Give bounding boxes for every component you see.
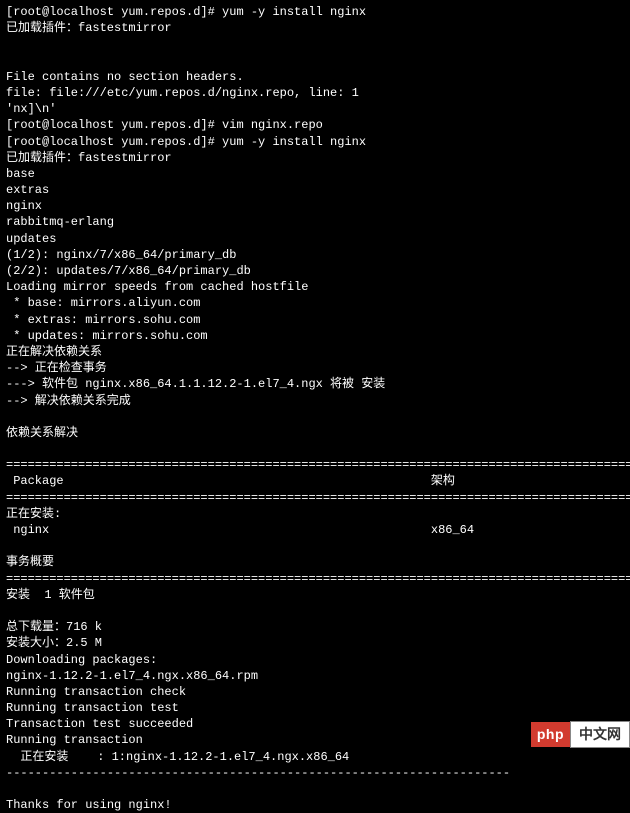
watermark-right: 中文网 (570, 721, 630, 748)
terminal-line: Downloading packages: (6, 652, 624, 668)
separator-line: ----------------------------------------… (6, 765, 624, 781)
separator-line: ========================================… (6, 457, 624, 473)
blank-line (6, 36, 624, 52)
terminal-line: [root@localhost yum.repos.d]# yum -y ins… (6, 4, 624, 20)
blank-line (6, 603, 624, 619)
terminal-line: Thanks for using nginx! (6, 797, 624, 813)
terminal-line: 已加载插件：fastestmirror (6, 20, 624, 36)
separator-line: ========================================… (6, 571, 624, 587)
blank-line (6, 53, 624, 69)
table-row: nginx x86_64 (6, 522, 624, 538)
terminal-line: (2/2): updates/7/x86_64/primary_db (6, 263, 624, 279)
terminal-line: (1/2): nginx/7/x86_64/primary_db (6, 247, 624, 263)
blank-line (6, 538, 624, 554)
separator-line: ========================================… (6, 490, 624, 506)
blank-line (6, 781, 624, 797)
terminal-line: ---> 软件包 nginx.x86_64.1.1.12.2-1.el7_4.n… (6, 376, 624, 392)
terminal-line: [root@localhost yum.repos.d]# vim nginx.… (6, 117, 624, 133)
blank-line (6, 441, 624, 457)
terminal-line: [root@localhost yum.repos.d]# yum -y ins… (6, 134, 624, 150)
watermark-left: php (531, 722, 570, 747)
terminal-line: file: file:///etc/yum.repos.d/nginx.repo… (6, 85, 624, 101)
terminal-line: 总下载量：716 k (6, 619, 624, 635)
terminal-line: Loading mirror speeds from cached hostfi… (6, 279, 624, 295)
terminal-line: --> 正在检查事务 (6, 360, 624, 376)
terminal-line: base (6, 166, 624, 182)
terminal-output: [root@localhost yum.repos.d]# yum -y ins… (6, 4, 624, 813)
table-header: Package 架构 (6, 473, 624, 489)
terminal-line: Running transaction test (6, 700, 624, 716)
watermark: php 中文网 (531, 721, 630, 748)
terminal-line: rabbitmq-erlang (6, 214, 624, 230)
terminal-line: * updates: mirrors.sohu.com (6, 328, 624, 344)
terminal-line: nginx (6, 198, 624, 214)
terminal-line: 'nx]\n' (6, 101, 624, 117)
terminal-line: 依赖关系解决 (6, 425, 624, 441)
terminal-line: 正在安装 : 1:nginx-1.12.2-1.el7_4.ngx.x86_64 (6, 749, 624, 765)
terminal-line: File contains no section headers. (6, 69, 624, 85)
terminal-line: 正在解决依赖关系 (6, 344, 624, 360)
terminal-line: * extras: mirrors.sohu.com (6, 312, 624, 328)
terminal-line: 安装 1 软件包 (6, 587, 624, 603)
terminal-line: 正在安装: (6, 506, 624, 522)
blank-line (6, 409, 624, 425)
terminal-line: * base: mirrors.aliyun.com (6, 295, 624, 311)
terminal-line: updates (6, 231, 624, 247)
terminal-line: --> 解决依赖关系完成 (6, 393, 624, 409)
terminal-line: nginx-1.12.2-1.el7_4.ngx.x86_64.rpm (6, 668, 624, 684)
terminal-line: Running transaction check (6, 684, 624, 700)
terminal-line: extras (6, 182, 624, 198)
terminal-line: 安装大小：2.5 M (6, 635, 624, 651)
terminal-line: 事务概要 (6, 554, 624, 570)
terminal-line: 已加载插件：fastestmirror (6, 150, 624, 166)
